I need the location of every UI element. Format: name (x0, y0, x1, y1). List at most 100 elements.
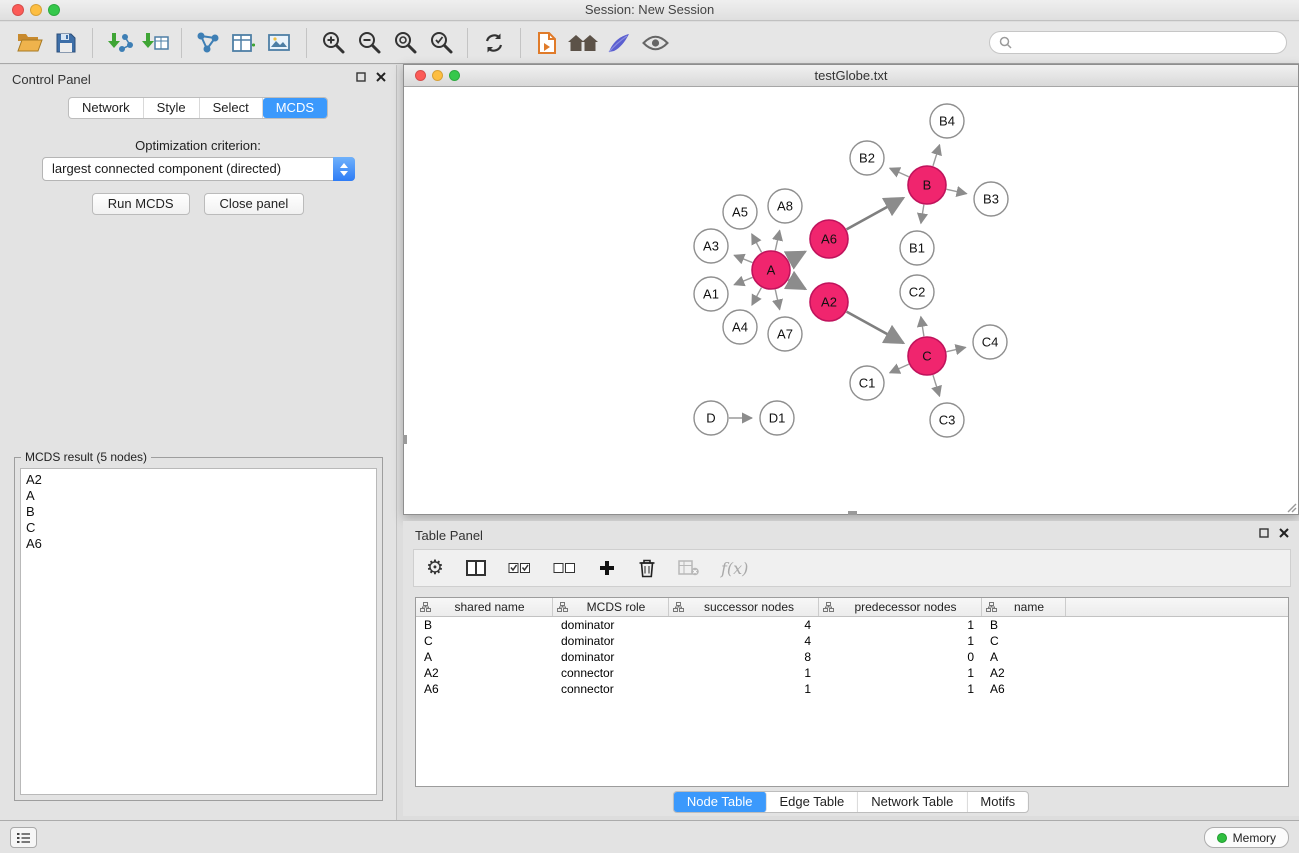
network-node-B[interactable]: B (908, 166, 946, 204)
float-panel-icon[interactable] (1259, 528, 1269, 538)
close-network-window-button[interactable] (415, 70, 426, 81)
network-edge-B-B2[interactable] (890, 168, 909, 177)
new-table-button[interactable] (226, 26, 262, 60)
zoom-fit-button[interactable] (387, 26, 423, 60)
zoom-window-button[interactable] (48, 4, 60, 16)
zoom-in-button[interactable] (315, 26, 351, 60)
table-row-a[interactable]: Adominator80A (416, 649, 1288, 665)
network-node-C1[interactable]: C1 (850, 366, 884, 400)
window-resize-handle[interactable] (403, 435, 407, 444)
search-input[interactable] (1017, 35, 1277, 50)
save-session-button[interactable] (48, 26, 84, 60)
export-image-button[interactable] (262, 26, 298, 60)
mcds-result-item-a[interactable]: A (26, 488, 371, 504)
zoom-network-window-button[interactable] (449, 70, 460, 81)
network-node-A1[interactable]: A1 (694, 277, 728, 311)
column-header-predecessor-nodes[interactable]: predecessor nodes (819, 598, 982, 616)
minimize-network-window-button[interactable] (432, 70, 443, 81)
deselect-all-columns-button[interactable] (553, 559, 576, 577)
network-node-C3[interactable]: C3 (930, 403, 964, 437)
table-row-a2[interactable]: A2connector11A2 (416, 665, 1288, 681)
network-node-C[interactable]: C (908, 337, 946, 375)
network-edge-A-A5[interactable] (752, 234, 762, 252)
float-panel-icon[interactable] (356, 72, 366, 82)
task-history-button[interactable] (10, 827, 37, 848)
tab-select[interactable]: Select (200, 98, 263, 118)
network-node-B1[interactable]: B1 (900, 231, 934, 265)
network-node-A3[interactable]: A3 (694, 229, 728, 263)
table-tab-motifs[interactable]: Motifs (967, 792, 1028, 812)
network-canvas[interactable]: B4B2BB3A5A8A6B1A3AC2A1A2A4A7C4CC1DD1C3 (404, 87, 1298, 514)
delete-column-button[interactable] (638, 558, 656, 578)
show-columns-button[interactable] (466, 559, 486, 577)
network-edge-C-C2[interactable] (921, 317, 924, 337)
table-tab-node-table[interactable]: Node Table (674, 792, 767, 812)
network-edge-A-A7[interactable] (775, 290, 779, 310)
network-edge-B-B4[interactable] (933, 145, 940, 166)
network-node-B2[interactable]: B2 (850, 141, 884, 175)
table-row-b[interactable]: Bdominator41B (416, 617, 1288, 633)
close-window-button[interactable] (12, 4, 24, 16)
network-edge-A-A2[interactable] (789, 280, 806, 289)
resize-grip-icon[interactable] (1285, 501, 1297, 513)
network-node-A5[interactable]: A5 (723, 195, 757, 229)
table-row-c[interactable]: Cdominator41C (416, 633, 1288, 649)
network-node-A[interactable]: A (752, 251, 790, 289)
window-resize-handle[interactable] (848, 511, 857, 515)
import-table-file-button[interactable] (137, 26, 173, 60)
network-edge-A-A3[interactable] (734, 255, 752, 262)
select-all-columns-button[interactable] (508, 559, 531, 577)
network-edge-A-A6[interactable] (789, 252, 806, 261)
network-node-D[interactable]: D (694, 401, 728, 435)
import-network-file-button[interactable] (101, 26, 137, 60)
network-edge-A-A8[interactable] (775, 230, 779, 250)
network-edge-A-A4[interactable] (752, 288, 762, 305)
mcds-result-list[interactable]: A2ABCA6 (20, 468, 377, 795)
mcds-result-item-a6[interactable]: A6 (26, 536, 371, 552)
network-edge-A-A1[interactable] (734, 277, 752, 284)
network-edge-C-C3[interactable] (933, 375, 940, 396)
delete-table-button[interactable] (678, 560, 699, 576)
network-node-C2[interactable]: C2 (900, 275, 934, 309)
network-node-C4[interactable]: C4 (973, 325, 1007, 359)
network-node-A8[interactable]: A8 (768, 189, 802, 223)
network-edge-B-B1[interactable] (921, 205, 924, 224)
zoom-out-button[interactable] (351, 26, 387, 60)
new-network-button[interactable] (190, 26, 226, 60)
network-graph[interactable]: B4B2BB3A5A8A6B1A3AC2A1A2A4A7C4CC1DD1C3 (404, 87, 1298, 514)
network-edge-A6-B[interactable] (847, 198, 904, 229)
network-edge-C-C4[interactable] (947, 347, 966, 351)
network-edge-A2-C[interactable] (847, 312, 904, 343)
network-node-A7[interactable]: A7 (768, 317, 802, 351)
table-tab-edge-table[interactable]: Edge Table (766, 792, 858, 812)
search-field[interactable] (989, 31, 1287, 54)
open-session-button[interactable] (12, 26, 48, 60)
open-document-button[interactable] (529, 26, 565, 60)
show-hide-button[interactable] (637, 26, 673, 60)
network-node-B4[interactable]: B4 (930, 104, 964, 138)
column-header-shared-name[interactable]: shared name (416, 598, 553, 616)
tab-style[interactable]: Style (144, 98, 200, 118)
network-edge-C-C1[interactable] (890, 364, 909, 373)
network-node-B3[interactable]: B3 (974, 182, 1008, 216)
network-node-D1[interactable]: D1 (760, 401, 794, 435)
create-column-button[interactable] (598, 559, 616, 577)
close-panel-icon[interactable] (1279, 528, 1289, 538)
tab-mcds[interactable]: MCDS (263, 98, 327, 118)
column-header-successor-nodes[interactable]: successor nodes (669, 598, 819, 616)
zoom-selected-button[interactable] (423, 26, 459, 60)
mcds-result-item-a2[interactable]: A2 (26, 472, 371, 488)
column-header-name[interactable]: name (982, 598, 1066, 616)
optimization-criterion-dropdown[interactable]: largest connected component (directed) (42, 157, 355, 181)
function-builder-button[interactable]: f(x) (721, 559, 748, 578)
close-panel-button[interactable]: Close panel (204, 193, 305, 215)
network-node-A6[interactable]: A6 (810, 220, 848, 258)
network-node-A4[interactable]: A4 (723, 310, 757, 344)
mcds-result-item-c[interactable]: C (26, 520, 371, 536)
memory-button[interactable]: Memory (1204, 827, 1289, 848)
run-mcds-button[interactable]: Run MCDS (92, 193, 190, 215)
graphics-details-button[interactable] (601, 26, 637, 60)
home-button[interactable] (565, 26, 601, 60)
network-edge-B-B3[interactable] (947, 189, 967, 193)
refresh-button[interactable] (476, 26, 512, 60)
